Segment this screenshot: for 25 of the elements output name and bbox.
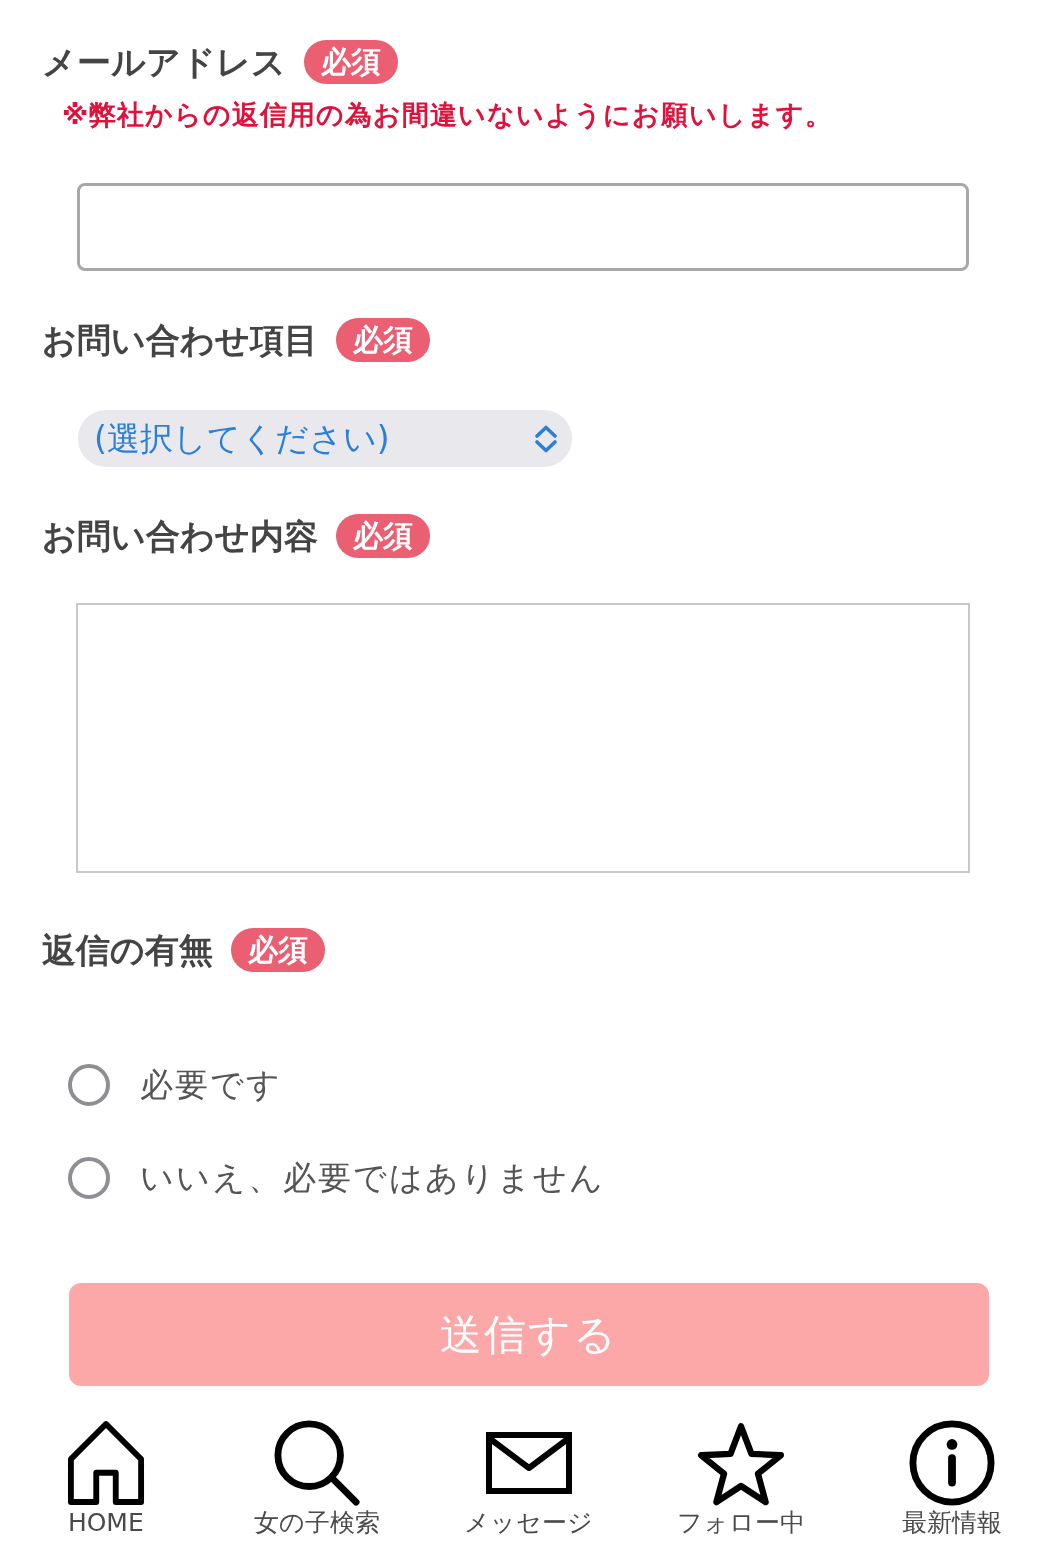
required-badge: 必須 bbox=[304, 40, 398, 84]
nav-tab[interactable]: 最新情報 bbox=[846, 1412, 1058, 1538]
nav-tab[interactable]: フォロー中 bbox=[634, 1412, 847, 1538]
search-icon bbox=[274, 1420, 361, 1506]
nav-tab[interactable]: 女の子検索 bbox=[211, 1412, 424, 1538]
option-label[interactable]: 必要です bbox=[140, 1065, 282, 1105]
email-input-field[interactable] bbox=[77, 183, 969, 271]
chevron-updown-icon bbox=[534, 423, 558, 454]
radio-button[interactable] bbox=[68, 1157, 110, 1199]
required-badge: 必須 bbox=[231, 928, 325, 972]
field-label: お問い合わせ内容 bbox=[42, 515, 318, 558]
radio-button[interactable] bbox=[68, 1064, 110, 1106]
field-label: メールアドレス bbox=[42, 41, 286, 84]
required-badge: 必須 bbox=[336, 318, 430, 362]
field-label: お問い合わせ項目 bbox=[42, 319, 318, 362]
star-icon bbox=[696, 1422, 785, 1506]
option-label[interactable]: いいえ、必要ではありません bbox=[140, 1158, 605, 1198]
field-label: 返信の有無 bbox=[42, 929, 213, 972]
info-icon bbox=[909, 1420, 996, 1506]
home-icon bbox=[66, 1420, 145, 1506]
notice-text: ※弊社からの返信用の為お間違いないようにお願いします。 bbox=[62, 98, 834, 132]
envelope-icon bbox=[486, 1432, 572, 1494]
nav-tab[interactable]: メッセージ bbox=[423, 1412, 635, 1538]
nav-tab[interactable]: HOME bbox=[0, 1412, 212, 1538]
required-badge: 必須 bbox=[336, 514, 430, 558]
